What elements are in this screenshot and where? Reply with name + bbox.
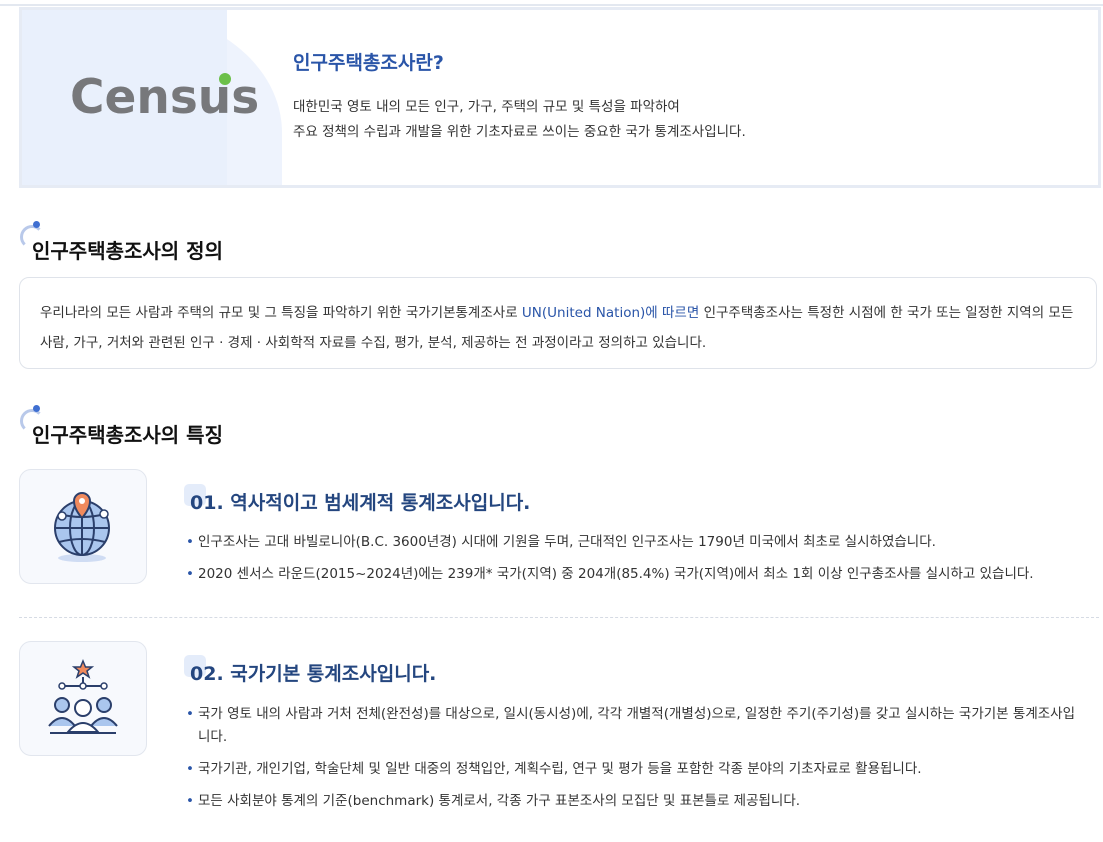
- intro-box: Census 인구주택총조사란? 대한민국 영토 내의 모든 인구, 가구, 주…: [19, 7, 1101, 188]
- intro-description: 대한민국 영토 내의 모든 인구, 가구, 주택의 규모 및 특성을 파악하여 …: [293, 95, 746, 145]
- feature-bullet: 인구조사는 고대 바빌로니아(B.C. 3600년경) 시대에 기원을 두며, …: [186, 531, 1086, 554]
- top-divider: [0, 4, 1103, 6]
- feature-bullet: 국가 영토 내의 사람과 거처 전체(완전성)를 대상으로, 일시(동시성)에,…: [186, 703, 1086, 749]
- bullet-text: 국가기관, 개인기업, 학술단체 및 일반 대중의 정책입안, 계획수립, 연구…: [198, 761, 922, 777]
- definition-box: 우리나라의 모든 사람과 주택의 규모 및 그 특징을 파악하기 위한 국가기본…: [19, 277, 1097, 369]
- definition-highlight: UN(United Nation)에 따르면: [521, 305, 700, 321]
- section-title: 인구주택총조사의 정의: [32, 239, 223, 263]
- people-hierarchy-icon: [19, 641, 147, 756]
- definition-text: 우리나라의 모든 사람과 주택의 규모 및 그 특징을 파악하기 위한 국가기본…: [40, 305, 522, 321]
- feature-title: 02. 국가기본 통계조사입니다.: [184, 655, 437, 686]
- intro-desc-line: 대한민국 영토 내의 모든 인구, 가구, 주택의 규모 및 특성을 파악하여: [293, 99, 680, 115]
- feature-bullet: 2020 센서스 라운드(2015~2024년)에는 239개* 국가(지역) …: [186, 563, 1086, 586]
- bullet-text: 국가 영토 내의 사람과 거처 전체(완전성)를 대상으로, 일시(동시성)에,…: [198, 706, 1075, 745]
- section-title: 인구주택총조사의 특징: [32, 423, 223, 447]
- intro-title: 인구주택총조사란?: [293, 52, 444, 74]
- feature-divider: [19, 617, 1099, 618]
- bullet-text: 모든 사회분야 통계의 기준(benchmark) 통계로서, 각종 가구 표본…: [198, 793, 801, 809]
- feature-bullet: 국가기관, 개인기업, 학술단체 및 일반 대중의 정책입안, 계획수립, 연구…: [186, 758, 1086, 781]
- feature-title-text: 01. 역사적이고 범세계적 통계조사입니다.: [190, 492, 531, 514]
- globe-location-icon: [19, 469, 147, 584]
- feature-title-text: 02. 국가기본 통계조사입니다.: [190, 663, 437, 685]
- bullet-text: 인구조사는 고대 바빌로니아(B.C. 3600년경) 시대에 기원을 두며, …: [198, 534, 936, 550]
- feature-bullet: 모든 사회분야 통계의 기준(benchmark) 통계로서, 각종 가구 표본…: [186, 790, 1086, 813]
- intro-desc-line: 주요 정책의 수립과 개발을 위한 기초자료로 쓰이는 중요한 국가 통계조사입…: [293, 124, 746, 140]
- bullet-text: 2020 센서스 라운드(2015~2024년)에는 239개* 국가(지역) …: [198, 566, 1034, 582]
- logo-dot-icon: [219, 73, 231, 85]
- feature-title: 01. 역사적이고 범세계적 통계조사입니다.: [184, 484, 531, 515]
